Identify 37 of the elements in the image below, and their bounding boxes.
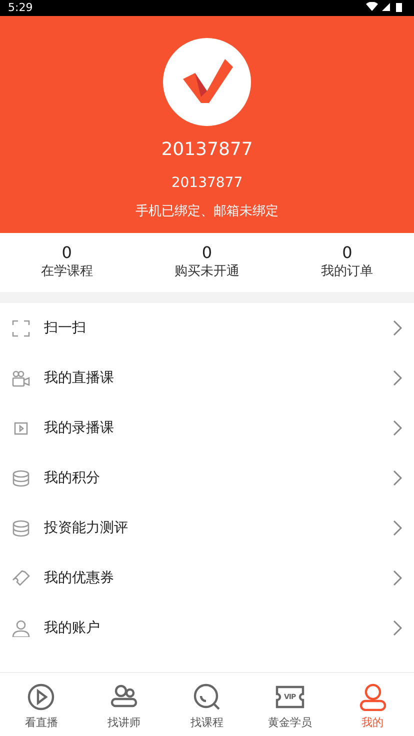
menu-item[interactable]: 我的账户 [0, 603, 414, 653]
stat-value: 0 [202, 244, 212, 262]
menu-icon [12, 420, 30, 436]
menu-item[interactable]: 我的直播课 [0, 353, 414, 403]
chevron-icon [393, 570, 402, 586]
menu-item[interactable]: 我的优惠券 [0, 553, 414, 603]
status-time: 5:29 [8, 0, 33, 16]
menu-item[interactable]: 投资能力测评 [0, 503, 414, 553]
tab-item[interactable]: 找课程 [166, 673, 248, 736]
stat-value: 0 [62, 244, 72, 262]
menu-icon [12, 470, 30, 486]
chevron-icon [393, 420, 402, 436]
binding-status: 手机已绑定、邮箱未绑定 [136, 203, 278, 221]
stat-label: 我的订单 [321, 262, 374, 281]
chevron-icon [393, 320, 402, 336]
menu-icon [12, 370, 30, 386]
chevron-icon [393, 370, 402, 386]
user-name: 20137877 [161, 138, 253, 162]
chevron-icon [393, 470, 402, 486]
menu-item[interactable]: 扫一扫 [0, 303, 414, 353]
stat-value: 0 [342, 244, 352, 262]
chevron-icon [393, 520, 402, 536]
menu-item[interactable]: 我的积分 [0, 453, 414, 503]
menu-icon [12, 620, 30, 636]
tab-icon [26, 683, 56, 711]
tab-item[interactable]: 看直播 [0, 673, 83, 736]
tab-icon [192, 683, 222, 711]
menu-icon [12, 570, 30, 586]
tab-icon [358, 683, 388, 711]
tab-item[interactable]: 找讲师 [82, 673, 166, 736]
menu-icon [12, 320, 30, 336]
chevron-icon [393, 620, 402, 636]
stat-label: 购买未开通 [174, 262, 240, 281]
menu-icon [12, 520, 30, 536]
menu-item[interactable]: 我的录播课 [0, 403, 414, 453]
user-id: 20137877 [171, 174, 243, 193]
stat-label: 在学课程 [40, 262, 93, 281]
